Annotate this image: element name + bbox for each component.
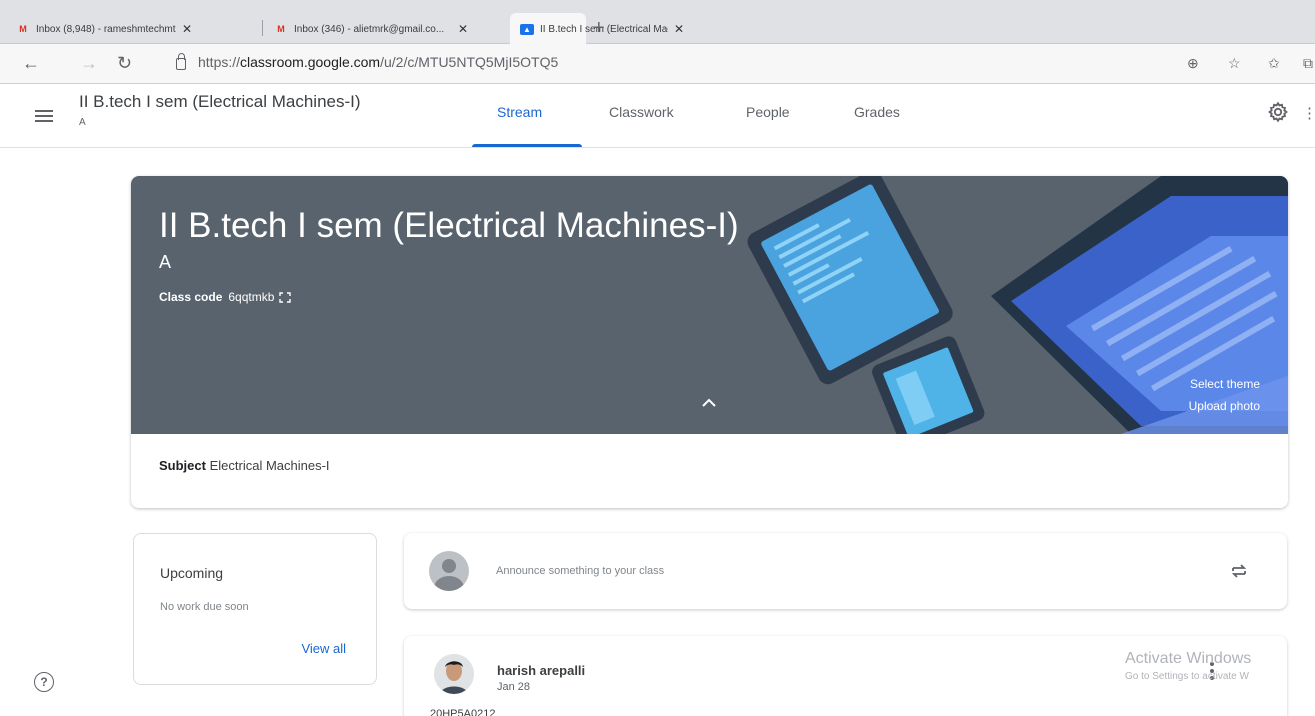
tab-separator: [262, 20, 263, 36]
subject-label: Subject: [159, 458, 206, 473]
favorites-list-icon[interactable]: ✩: [1268, 55, 1280, 72]
chevron-up-icon[interactable]: [701, 398, 717, 408]
help-icon[interactable]: ?: [34, 672, 54, 692]
active-tab-indicator: [472, 144, 582, 147]
class-banner: II B.tech I sem (Electrical Machines-I) …: [131, 176, 1288, 434]
subject-value: Electrical Machines-I: [209, 458, 330, 473]
class-banner-card: II B.tech I sem (Electrical Machines-I) …: [131, 176, 1288, 508]
upcoming-empty-text: No work due soon: [160, 601, 249, 613]
post-date: Jan 28: [497, 681, 531, 693]
close-icon[interactable]: ✕: [182, 22, 192, 36]
watermark-title: Activate Windows: [1125, 650, 1252, 667]
collections-icon[interactable]: ⧉: [1303, 55, 1313, 72]
user-avatar: [429, 551, 469, 591]
upload-photo-link[interactable]: Upload photo: [1189, 399, 1260, 413]
reload-icon[interactable]: ↻: [117, 53, 132, 73]
close-icon[interactable]: ✕: [674, 22, 684, 36]
class-code: Class code 6qqtmkb: [159, 290, 292, 304]
browser-tab-gmail-2[interactable]: M Inbox (346) - alietmrk@gmail.co... ✕: [266, 14, 476, 44]
gmail-icon: M: [19, 24, 27, 34]
apps-grid-icon[interactable]: ⋮⋮: [1302, 104, 1315, 122]
browser-tab-gmail-1[interactable]: M Inbox (8,948) - rameshmtechmt... ✕: [8, 14, 200, 44]
tab-grades[interactable]: Grades: [854, 104, 900, 120]
url-host: classroom.google.com: [240, 54, 381, 70]
post-body: 20HP5A0212: [430, 708, 496, 716]
select-theme-link[interactable]: Select theme: [1190, 377, 1260, 391]
author-avatar: [434, 654, 474, 694]
announce-placeholder[interactable]: Announce something to your class: [496, 565, 664, 577]
url-path: /u/2/c/MTU5NTQ5MjI5OTQ5: [380, 54, 559, 70]
class-title[interactable]: II B.tech I sem (Electrical Machines-I): [79, 92, 361, 112]
upcoming-title: Upcoming: [160, 565, 224, 581]
repost-icon[interactable]: [1230, 561, 1248, 581]
tab-title: Inbox (346) - alietmrk@gmail.co...: [294, 23, 445, 35]
tab-stream[interactable]: Stream: [497, 104, 542, 120]
banner-class-title: II B.tech I sem (Electrical Machines-I): [159, 206, 739, 245]
back-icon[interactable]: ←: [22, 53, 40, 73]
class-section: A: [79, 117, 86, 128]
new-tab-button[interactable]: +: [593, 18, 605, 38]
post-author: harish arepalli: [497, 663, 586, 678]
forward-icon[interactable]: →: [80, 53, 98, 73]
subject-info: Subject Electrical Machines-I: [159, 458, 330, 473]
url-prefix: https://: [198, 54, 241, 70]
browser-tab-bar: M Inbox (8,948) - rameshmtechmt... ✕ M I…: [0, 0, 1315, 44]
lock-icon: [176, 53, 186, 70]
announce-box[interactable]: Announce something to your class: [404, 533, 1287, 609]
windows-activation-watermark: Activate Windows Go to Settings to activ…: [1125, 650, 1251, 682]
close-icon[interactable]: ✕: [458, 22, 468, 36]
banner-class-section: A: [159, 252, 172, 272]
url-field[interactable]: https://classroom.google.com/u/2/c/MTU5N…: [176, 53, 559, 70]
watermark-subtitle: Go to Settings to activate W: [1125, 671, 1249, 682]
classroom-icon: ▲: [520, 23, 534, 35]
gmail-icon: M: [277, 24, 285, 34]
settings-gear-icon[interactable]: [1267, 101, 1289, 123]
tab-title: Inbox (8,948) - rameshmtechmt...: [36, 23, 176, 35]
address-bar: ← → ↻ https://classroom.google.com/u/2/c…: [0, 44, 1315, 84]
classroom-header: II B.tech I sem (Electrical Machines-I) …: [0, 84, 1315, 148]
upcoming-card: Upcoming No work due soon View all: [133, 533, 377, 685]
view-all-link[interactable]: View all: [301, 641, 346, 656]
zoom-icon[interactable]: ⊕: [1187, 55, 1199, 72]
menu-icon[interactable]: [35, 110, 53, 122]
class-code-label: Class code: [159, 290, 223, 304]
tab-classwork[interactable]: Classwork: [609, 104, 674, 120]
fullscreen-icon[interactable]: [279, 291, 292, 303]
class-code-value: 6qqtmkb: [228, 290, 275, 304]
tab-people[interactable]: People: [746, 104, 790, 120]
favorite-icon[interactable]: ☆: [1228, 55, 1241, 72]
